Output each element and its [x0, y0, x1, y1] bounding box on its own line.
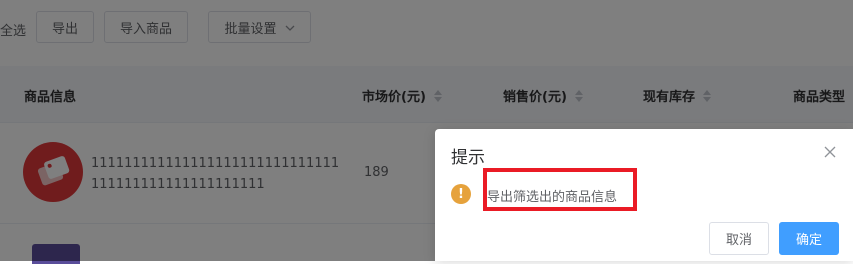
- warning-icon: !: [451, 184, 471, 204]
- confirm-button[interactable]: 确定: [779, 222, 839, 255]
- confirm-dialog: 提示 ! 导出筛选出的商品信息 取消 确定: [435, 129, 853, 261]
- close-icon[interactable]: [823, 144, 837, 158]
- cancel-button[interactable]: 取消: [709, 222, 769, 255]
- dialog-title: 提示: [451, 148, 485, 168]
- highlight-annotation-box: [483, 168, 637, 211]
